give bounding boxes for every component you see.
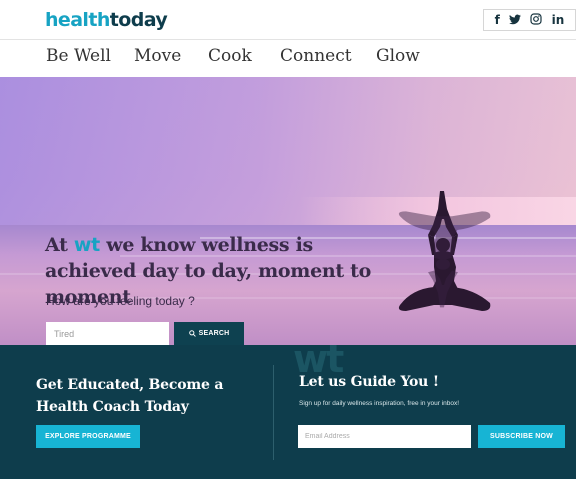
hero-banner: At wt we know wellness is achieved day t… [0, 77, 576, 345]
explore-programme-button[interactable]: EXPLORE PROGRAMME [36, 425, 140, 448]
footer-divider [273, 365, 274, 460]
education-title: Get Educated, Become a Health Coach Toda… [36, 377, 224, 415]
nav-item-move[interactable]: Move [134, 46, 181, 66]
guide-title: Let us Guide You ! [299, 374, 439, 390]
search-button-label: SEARCH [198, 330, 230, 337]
social-links: f in [483, 9, 576, 31]
search-button[interactable]: SEARCH [174, 322, 244, 345]
nav-item-glow[interactable]: Glow [376, 46, 420, 66]
silhouette-reflection [398, 211, 491, 308]
instagram-icon[interactable] [530, 13, 542, 27]
cta-footer: wt Get Educated, Become a Health Coach T… [0, 345, 576, 479]
linkedin-icon[interactable]: in [552, 14, 565, 26]
headline-prefix: At [45, 234, 74, 256]
headline-wt-brand: wt [73, 234, 100, 256]
nav-item-connect[interactable]: Connect [280, 46, 352, 66]
email-field[interactable] [298, 425, 471, 448]
subscribe-button[interactable]: SUBSCRIBE NOW [478, 425, 565, 448]
nav-item-be-well[interactable]: Be Well [46, 46, 111, 66]
logo-part-today: today [109, 9, 168, 31]
facebook-icon[interactable]: f [495, 14, 500, 26]
feeling-search-input[interactable] [46, 322, 169, 345]
nav-item-cook[interactable]: Cook [208, 46, 252, 66]
site-header: healthtoday f in [0, 0, 576, 40]
search-icon [188, 330, 196, 337]
main-nav: Be Well Move Cook Connect Glow [0, 40, 576, 77]
site-logo[interactable]: healthtoday [45, 9, 168, 31]
hero-question: How are you feeling today ? [46, 294, 195, 308]
twitter-icon[interactable] [509, 14, 522, 27]
logo-part-health: health [45, 9, 110, 31]
guide-subtitle: Sign up for daily wellness inspiration, … [299, 400, 460, 407]
